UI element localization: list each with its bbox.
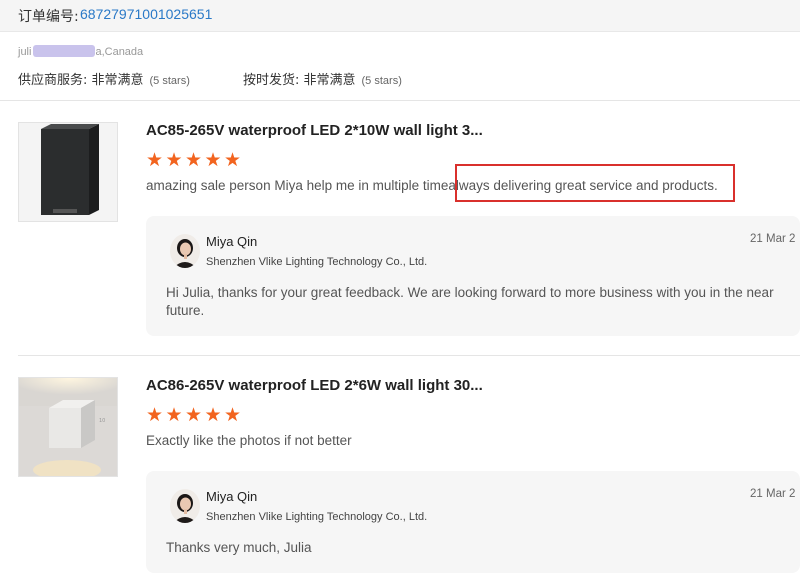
highlight-box: [455, 164, 735, 202]
order-ratings: 供应商服务: 非常满意 (5 stars) 按时发货: 非常满意 (5 stars): [18, 69, 402, 88]
star-icon: ★: [224, 404, 242, 426]
wall-light-image: [19, 123, 117, 221]
reply-text: Thanks very much, Julia: [166, 540, 312, 555]
seller-reply: Miya Qin Shenzhen Vlike Lighting Technol…: [146, 471, 800, 573]
reply-author-name: Miya Qin: [206, 489, 258, 504]
reply-date: 21 Mar 2: [750, 233, 796, 245]
buyer-info: juli a,Canada: [18, 45, 143, 58]
avatar: [170, 234, 200, 268]
supplier-service-stars: (5 stars): [149, 75, 190, 87]
order-number-label: 订单编号:: [18, 9, 79, 25]
on-time-rating-group: 按时发货: 非常满意 (5 stars): [243, 69, 402, 88]
review-star-rating: ★ ★ ★ ★ ★: [146, 149, 244, 171]
reply-author-name: Miya Qin: [206, 234, 258, 249]
star-icon: ★: [204, 149, 222, 171]
review-text: Exactly like the photos if not better: [146, 433, 352, 448]
star-icon: ★: [146, 149, 164, 171]
seller-reply: Miya Qin Shenzhen Vlike Lighting Technol…: [146, 216, 800, 336]
reply-date: 21 Mar 2: [750, 488, 796, 500]
buyer-name-prefix: juli: [18, 46, 32, 58]
reply-text: Hi Julia, thanks for your great feedback…: [166, 285, 774, 318]
reply-company: Shenzhen Vlike Lighting Technology Co., …: [206, 256, 428, 268]
svg-text:10: 10: [99, 418, 105, 424]
star-icon: ★: [146, 404, 164, 426]
reply-company: Shenzhen Vlike Lighting Technology Co., …: [206, 511, 428, 523]
review-divider: [18, 355, 800, 356]
avatar: [170, 489, 200, 523]
redacted-name: [33, 45, 96, 57]
product-thumbnail[interactable]: 10: [18, 377, 118, 477]
product-thumbnail[interactable]: [18, 122, 118, 222]
on-time-stars: (5 stars): [361, 75, 402, 87]
star-icon: ★: [224, 149, 242, 171]
wall-light-image: 10: [19, 378, 117, 476]
supplier-service-rating: 供应商服务: 非常满意: [18, 73, 144, 88]
star-icon: ★: [185, 149, 203, 171]
product-title[interactable]: AC86-265V waterproof LED 2*6W wall light…: [146, 377, 483, 394]
star-icon: ★: [185, 404, 203, 426]
star-icon: ★: [165, 404, 183, 426]
product-title[interactable]: AC85-265V waterproof LED 2*10W wall ligh…: [146, 122, 483, 139]
review-star-rating: ★ ★ ★ ★ ★: [146, 404, 244, 426]
review-text-part: amazing sale person Miya help me in mult…: [146, 178, 449, 193]
buyer-location: a,Canada: [95, 46, 144, 58]
order-header: 订单编号: 68727971001025651: [0, 0, 800, 32]
star-icon: ★: [204, 404, 222, 426]
star-icon: ★: [165, 149, 183, 171]
section-divider: [0, 100, 800, 101]
on-time-rating: 按时发货: 非常满意: [243, 73, 356, 88]
order-number-link[interactable]: 68727971001025651: [80, 6, 212, 22]
